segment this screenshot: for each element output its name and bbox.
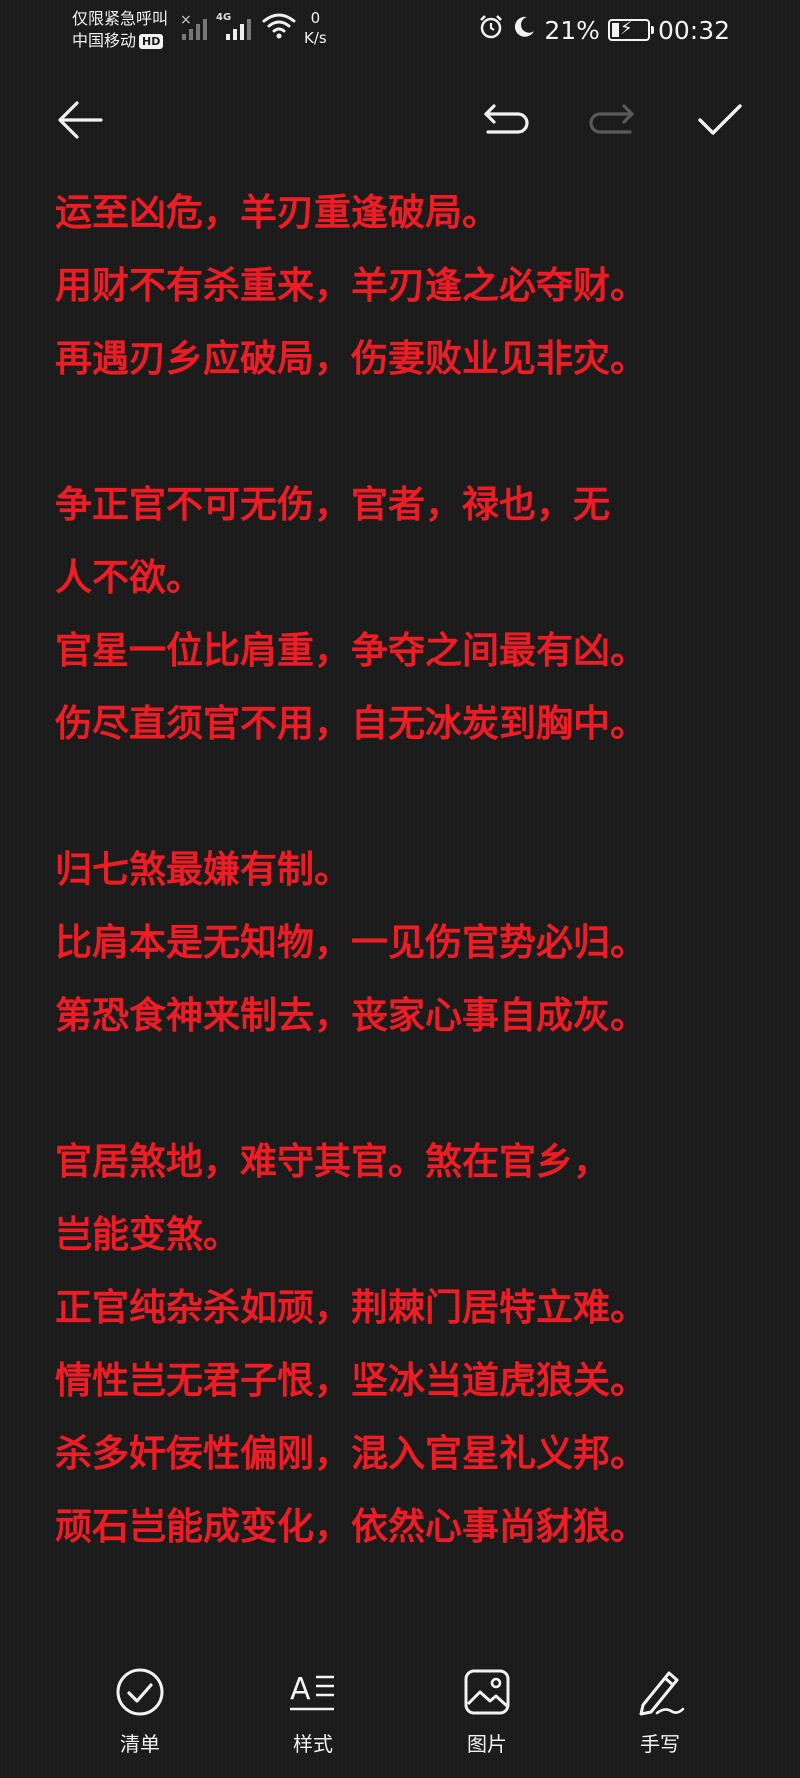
note-line: 岂能变煞。 [55, 1213, 240, 1256]
note-line: 顽石岂能成变化，依然心事尚豺狼。 [55, 1505, 647, 1548]
back-button[interactable] [54, 94, 106, 146]
undo-icon [484, 104, 529, 134]
note-line: 杀多奸佞性偏刚，混入官星礼义邦。 [55, 1432, 647, 1475]
redo-icon [589, 104, 634, 134]
checkmark-icon [698, 104, 742, 135]
note-paragraph: 争正官不可无伤，官者，禄也，无 人不欲。 官星一位比肩重，争夺之间最有凶。 伤尽… [55, 468, 745, 760]
text-style-icon: A [290, 1672, 334, 1711]
do-not-disturb-moon-icon [512, 15, 536, 45]
note-paragraph: 归七煞最嫌有制。 比肩本是无知物，一见伤官势必归。 第恐食神来制去，丧家心事自成… [55, 833, 745, 1052]
battery-percent: 21% [544, 15, 600, 45]
note-line: 正官纯杂杀如顽，荆棘门居特立难。 [55, 1286, 647, 1329]
style-label: 样式 [293, 1732, 333, 1756]
clock-time: 00:32 [657, 15, 730, 45]
checklist-button[interactable]: 清单 [80, 1660, 200, 1757]
handwriting-button[interactable]: 手写 [600, 1660, 720, 1757]
status-bar: 仅限紧急呼叫 中国移动 HD × 4G 0 K/s 21% ⚡ 00:32 [0, 0, 800, 60]
bottom-toolbar: 清单 A 样式 图片 手写 [0, 1660, 800, 1778]
undo-button[interactable] [480, 94, 532, 146]
note-line: 运至凶危，羊刃重逢破局。 [55, 191, 499, 234]
note-line: 官居煞地，难守其官。煞在官乡， [55, 1140, 610, 1183]
note-line: 归七煞最嫌有制。 [55, 848, 351, 891]
insert-image-button[interactable]: 图片 [427, 1660, 547, 1757]
confirm-button[interactable] [694, 94, 746, 146]
wifi-icon [262, 12, 296, 44]
signal-strength-icon-2 [226, 14, 256, 40]
note-line: 再遇刃乡应破局，伤妻败业见非灾。 [55, 337, 647, 380]
redo-button[interactable] [586, 94, 638, 146]
checklist-circle-check-icon [116, 1668, 164, 1716]
note-line: 人不欲。 [55, 556, 203, 599]
carrier-name: 中国移动 [72, 31, 137, 50]
alarm-icon [478, 14, 504, 46]
hd-badge: HD [139, 34, 164, 49]
image-label: 图片 [467, 1732, 507, 1756]
signal-strength-icon [182, 14, 212, 40]
svg-text:A: A [290, 1672, 311, 1707]
carrier-info: 仅限紧急呼叫 中国移动 HD [72, 8, 168, 52]
battery-charging-icon: ⚡ [607, 18, 654, 41]
pen-handwriting-icon [639, 1671, 685, 1716]
arrow-left-icon [58, 101, 103, 139]
handwriting-label: 手写 [640, 1732, 680, 1756]
note-line: 官星一位比肩重，争夺之间最有凶。 [55, 629, 647, 672]
note-line: 第恐食神来制去，丧家心事自成灰。 [55, 994, 647, 1037]
note-line: 比肩本是无知物，一见伤官势必归。 [55, 921, 647, 964]
note-paragraph: 运至凶危，羊刃重逢破局。 用财不有杀重来，羊刃逢之必夺财。 再遇刃乡应破局，伤妻… [55, 176, 745, 395]
note-line: 情性岂无君子恨，坚冰当道虎狼关。 [55, 1359, 647, 1402]
note-line: 用财不有杀重来，羊刃逢之必夺财。 [55, 264, 647, 307]
note-line: 伤尽直须官不用，自无冰炭到胸中。 [55, 702, 647, 745]
note-body[interactable]: 运至凶危，羊刃重逢破局。 用财不有杀重来，羊刃逢之必夺财。 再遇刃乡应破局，伤妻… [55, 176, 745, 1636]
image-icon [464, 1669, 510, 1715]
note-line: 争正官不可无伤，官者，禄也，无 [55, 483, 610, 526]
checklist-label: 清单 [120, 1732, 160, 1756]
emergency-only-text: 仅限紧急呼叫 [72, 9, 169, 28]
text-style-button[interactable]: A 样式 [253, 1660, 373, 1757]
network-speed: 0 K/s [304, 9, 327, 47]
note-paragraph: 官居煞地，难守其官。煞在官乡， 岂能变煞。 正官纯杂杀如顽，荆棘门居特立难。 情… [55, 1125, 745, 1563]
